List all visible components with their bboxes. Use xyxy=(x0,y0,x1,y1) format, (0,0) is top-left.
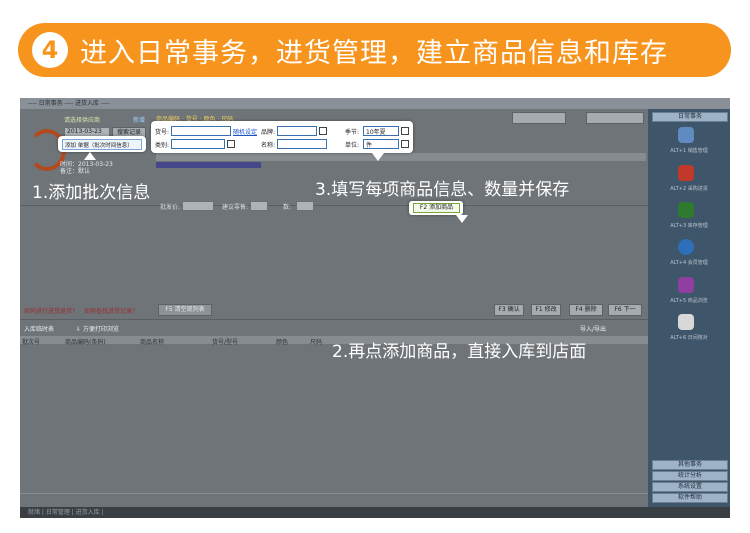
divider-line xyxy=(20,205,648,206)
status-bar: 就绪 | 日常管理 | 进货入库 | xyxy=(20,507,730,518)
season-checkbox[interactable] xyxy=(401,127,409,135)
category-label: 类别: xyxy=(155,142,170,149)
sidebar-bottom-button-4[interactable]: 软件帮助 xyxy=(652,493,728,503)
step-number-badge: 4 xyxy=(32,32,68,68)
brand-checkbox[interactable] xyxy=(319,127,327,135)
lower-divider xyxy=(20,319,648,320)
auto-gen-link[interactable]: 随机设定 xyxy=(233,127,257,136)
unit-label: 单位: xyxy=(345,142,360,149)
sidebar-bottom-button-3[interactable]: 系统设置 xyxy=(652,482,728,492)
brand-label: 品牌: xyxy=(261,129,276,136)
title-bar: ---- 日常事务 ---- 进货入库 ---- xyxy=(20,98,730,109)
price-label: 批发价: xyxy=(160,204,181,211)
supplier-label: 请选择供应商 xyxy=(64,117,101,124)
add-product-callout: F2 添加商品 xyxy=(409,201,463,215)
retail-field[interactable] xyxy=(250,201,268,211)
step-banner: 4 进入日常事务，进货管理，建立商品信息和库存 xyxy=(18,23,731,77)
work-area: 请选择供应商 新增 2013-03-23 搜索记录 时间：2013-03-23 … xyxy=(20,109,648,507)
col-name: 商品名称 xyxy=(140,339,165,346)
col-model: 货号/型号 xyxy=(212,339,239,346)
app-window: ---- 日常事务 ---- 进货入库 ---- 请选择供应商 新增 2013-… xyxy=(20,98,730,518)
retail-label: 建议零售: xyxy=(222,204,249,211)
callout-pointer-2 xyxy=(456,215,468,223)
confirm-button[interactable]: F3 确认 xyxy=(494,304,524,316)
sidebar-bottom-button-2[interactable]: 统计分析 xyxy=(652,471,728,481)
annotation-1: 1.添加批次信息 xyxy=(32,183,151,203)
item-no-label: 货号: xyxy=(155,129,170,136)
sidebar-top-button[interactable]: 日常事务 xyxy=(652,112,728,122)
status-text: 就绪 | 日常管理 | 进货入库 | xyxy=(28,509,104,516)
product-form-callout: 货号: 随机设定 品牌: 季节: 10年夏 类别: 名称: 单位: 件 xyxy=(151,121,413,153)
sidebar-item-browse[interactable]: ALT+5 商品浏览 xyxy=(648,297,730,304)
add-batch-button[interactable]: 添加 单据（批次时间信息） xyxy=(62,139,142,150)
sidebar-item-members[interactable]: ALT+4 会员管理 xyxy=(648,259,730,266)
item-no-input[interactable] xyxy=(171,126,231,136)
season-select[interactable]: 10年夏 xyxy=(363,126,399,136)
delete-button[interactable]: F4 删除 xyxy=(569,304,603,316)
category-input[interactable] xyxy=(171,139,225,149)
banner-title: 进入日常事务，进货管理，建立商品信息和库存 xyxy=(80,37,668,69)
step-number: 4 xyxy=(41,36,59,64)
annotation-3: 3.填写每项商品信息、数量并保存 xyxy=(315,180,570,200)
name-label: 名称: xyxy=(261,142,276,149)
records-title: 入库临时表 xyxy=(24,326,55,333)
import-export-button[interactable]: 导入/导出 xyxy=(580,324,606,333)
bag-icon[interactable] xyxy=(678,314,694,330)
sidebar-item-stock[interactable]: ALT+3 库存管理 xyxy=(648,222,730,229)
brand-select[interactable] xyxy=(277,126,317,136)
add-product-button[interactable]: F2 添加商品 xyxy=(413,203,460,213)
fruit-icon[interactable] xyxy=(678,277,694,293)
price-field[interactable] xyxy=(182,201,214,211)
shop-icon[interactable] xyxy=(678,127,694,143)
col-color: 颜色 xyxy=(276,339,289,346)
sidebar-item-purchase[interactable]: ALT+2 采购进货 xyxy=(648,185,730,192)
help-link-find[interactable]: 如何查找进货记录? xyxy=(84,306,135,315)
barcode-input-mode-button[interactable] xyxy=(586,112,644,124)
sidebar-item-sales[interactable]: ALT+1 销售管理 xyxy=(648,147,730,154)
qty-field[interactable] xyxy=(296,201,314,211)
add-batch-callout: 添加 单据（批次时间信息） xyxy=(58,136,146,152)
print-title: ⇩ 方便打印浏览 xyxy=(76,326,119,333)
next-button[interactable]: F6 下一 xyxy=(608,304,642,316)
edit-button[interactable]: F1 修改 xyxy=(531,304,561,316)
product-list-header xyxy=(156,153,646,161)
pen-icon[interactable] xyxy=(678,202,694,218)
callout-pointer-1 xyxy=(84,152,96,160)
col-size: 尺码 xyxy=(310,339,323,346)
selected-row-band xyxy=(156,162,261,168)
sidebar-item-daily-check[interactable]: ALT+6 日间核对 xyxy=(648,334,730,341)
sidebar-bottom-button-1[interactable]: 其他事务 xyxy=(652,460,728,470)
col-batch: 批次号 xyxy=(22,339,41,346)
help-link-return[interactable]: 如何进行进货退货? xyxy=(24,306,75,315)
batch-input-mode-button[interactable] xyxy=(512,112,566,124)
supplier-add-link[interactable]: 新增 xyxy=(133,115,145,124)
batch-note: 备注：默认 xyxy=(60,168,91,175)
box-icon[interactable] xyxy=(678,165,694,181)
clear-list-button[interactable]: F5 清空现列表 xyxy=(158,304,212,316)
qty-label: 数: xyxy=(283,204,292,211)
unit-select[interactable]: 件 xyxy=(363,139,399,149)
window-title: ---- 日常事务 ---- 进货入库 ---- xyxy=(28,100,110,107)
annotation-2: 2.再点添加商品，直接入库到店面 xyxy=(332,342,587,362)
callout-pointer-3 xyxy=(372,153,384,161)
category-checkbox[interactable] xyxy=(227,140,235,148)
season-label: 季节: xyxy=(345,129,360,136)
member-icon[interactable] xyxy=(678,239,694,255)
unit-checkbox[interactable] xyxy=(401,140,409,148)
records-footer xyxy=(20,493,648,494)
sidebar: 日常事务 ALT+1 销售管理 ALT+2 采购进货 ALT+3 库存管理 AL… xyxy=(648,109,730,507)
name-input[interactable] xyxy=(277,139,327,149)
col-barcode: 商品编码(条码) xyxy=(65,339,106,346)
